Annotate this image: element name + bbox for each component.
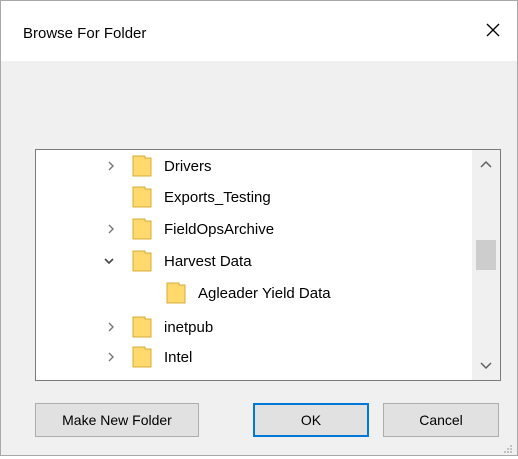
make-new-folder-button[interactable]: Make New Folder — [35, 403, 199, 437]
tree-item-label: Intel — [164, 348, 193, 366]
folder-icon — [132, 155, 152, 177]
tree-item-label: Exports_Testing — [164, 188, 271, 206]
tree-item-label: Agleader Yield Data — [198, 284, 331, 302]
ok-button[interactable]: OK — [253, 403, 369, 437]
tree-item-intel[interactable]: Intel — [36, 342, 472, 372]
chevron-right-icon[interactable] — [104, 159, 118, 173]
tree-item-exports-testing[interactable]: Exports_Testing — [36, 182, 472, 212]
folder-icon — [132, 346, 152, 368]
tree-item-label: inetpub — [164, 318, 214, 336]
tree-item-label: Drivers — [164, 157, 212, 175]
chevron-right-icon[interactable] — [104, 350, 118, 364]
close-button[interactable] — [473, 15, 513, 49]
folder-icon — [132, 250, 152, 272]
chevron-right-icon[interactable] — [104, 222, 118, 236]
tree-item-fieldopsarchive[interactable]: FieldOpsArchive — [36, 214, 472, 244]
folder-icon — [132, 316, 152, 338]
chevron-right-icon[interactable] — [104, 320, 118, 334]
scroll-down-button[interactable] — [472, 352, 500, 380]
chevron-up-icon — [480, 155, 492, 173]
folder-icon — [132, 186, 152, 208]
tree-item-drivers[interactable]: Drivers — [36, 151, 472, 181]
folder-tree[interactable]: Drivers Exports_Testing FieldOpsArchive — [35, 149, 501, 381]
tree-item-label: FieldOpsArchive — [164, 220, 275, 238]
browse-for-folder-dialog: Browse For Folder Drivers Exports_Testin… — [0, 0, 518, 456]
folder-icon — [132, 218, 152, 240]
scrollbar-thumb[interactable] — [476, 240, 496, 270]
folder-icon — [166, 282, 186, 304]
tree-item-agleader-yield-data[interactable]: Agleader Yield Data — [36, 278, 472, 308]
close-icon — [485, 22, 501, 43]
dialog-title: Browse For Folder — [23, 25, 147, 42]
chevron-down-icon[interactable] — [102, 254, 116, 268]
tree-item-inetpub[interactable]: inetpub — [36, 312, 472, 342]
tree-item-harvest-data[interactable]: Harvest Data — [36, 246, 472, 276]
scroll-up-button[interactable] — [472, 150, 500, 178]
vertical-scrollbar[interactable] — [472, 150, 500, 380]
title-bar: Browse For Folder — [1, 1, 517, 61]
tree-item-label: Harvest Data — [164, 252, 252, 270]
cancel-button[interactable]: Cancel — [383, 403, 499, 437]
resize-grip-icon[interactable] — [503, 441, 513, 453]
chevron-down-icon — [480, 357, 492, 375]
